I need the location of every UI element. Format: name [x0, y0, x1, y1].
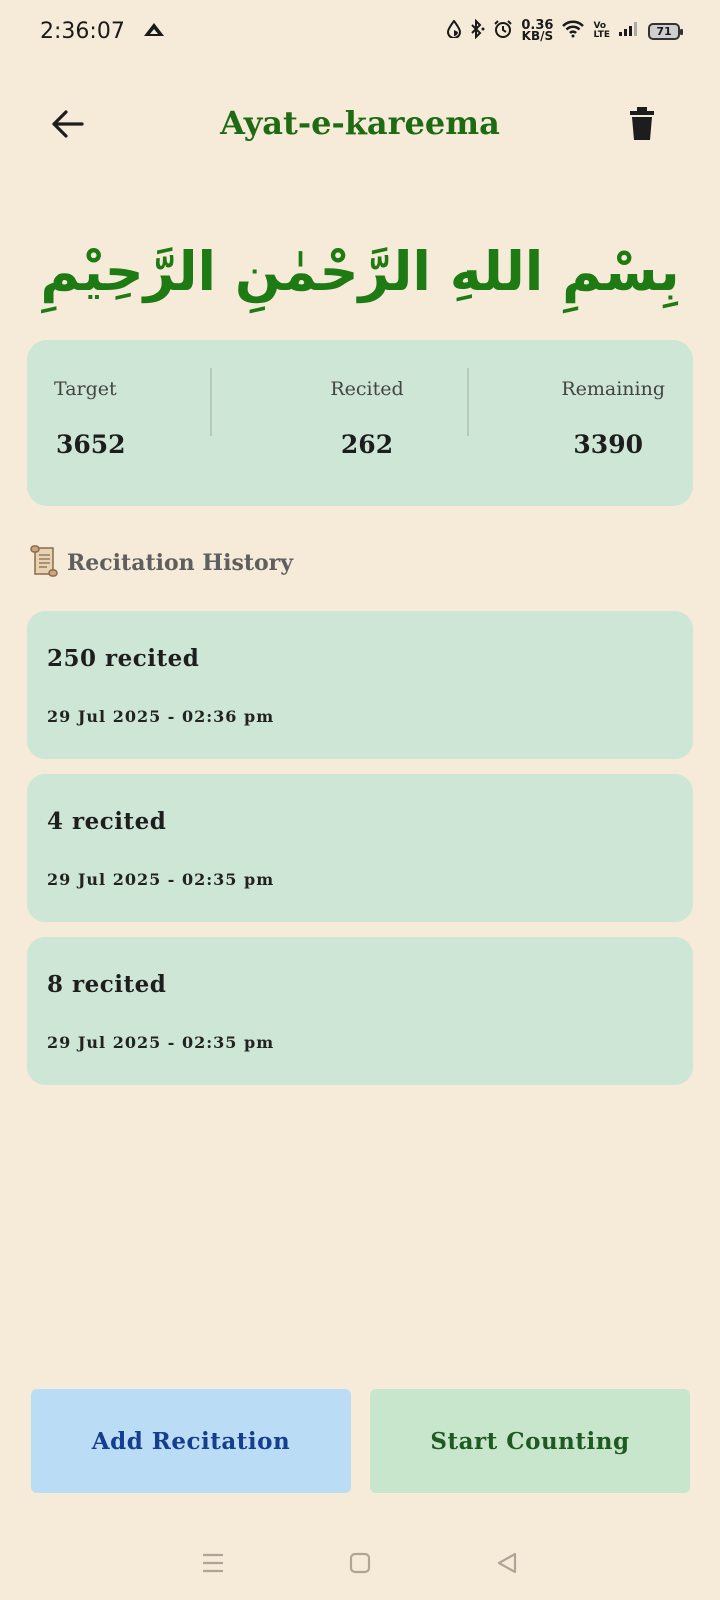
status-right: 0.36 KB/S Vo LTE 71 — [447, 18, 683, 43]
add-recitation-button[interactable]: Add Recitation — [31, 1389, 351, 1493]
delete-button[interactable] — [620, 104, 664, 148]
history-item[interactable]: 250 recited 29 Jul 2025 - 02:36 pm — [27, 611, 693, 759]
history-count: 250 recited — [47, 645, 200, 672]
history-item[interactable]: 4 recited 29 Jul 2025 - 02:35 pm — [27, 774, 693, 922]
bismillah-text: بِسْمِ اللهِ الرَّحْمٰنِ الرَّحِيْمِ — [40, 240, 680, 303]
home-icon[interactable] — [349, 1552, 371, 1578]
history-count: 8 recited — [47, 971, 167, 998]
stat-remaining: Remaining 3390 — [525, 378, 665, 459]
history-date: 29 Jul 2025 - 02:36 pm — [47, 707, 275, 726]
signal-icon — [618, 21, 640, 41]
battery-indicator: 71 — [648, 22, 683, 40]
status-left: 2:36:07 — [40, 19, 165, 44]
history-title: Recitation History — [67, 550, 294, 576]
recited-label: Recited — [330, 378, 404, 400]
volte-indicator: Vo LTE — [593, 22, 610, 40]
network-speed: 0.36 KB/S — [521, 19, 554, 43]
status-bar: 2:36:07 0.36 KB/S Vo LTE 71 — [0, 0, 720, 62]
app-bar: Ayat-e-kareema — [0, 90, 720, 160]
remaining-label: Remaining — [561, 378, 665, 400]
stats-divider — [467, 368, 469, 436]
start-counting-button[interactable]: Start Counting — [370, 1389, 690, 1493]
wifi-icon — [561, 20, 585, 42]
history-count: 4 recited — [47, 808, 167, 835]
navigation-app-icon — [143, 19, 165, 44]
scroll-icon — [29, 545, 59, 581]
stat-target: Target 3652 — [54, 378, 126, 459]
menu-icon[interactable] — [201, 1552, 225, 1578]
alarm-icon — [493, 19, 513, 43]
stats-divider — [210, 368, 212, 436]
data-saver-icon — [447, 19, 462, 42]
history-date: 29 Jul 2025 - 02:35 pm — [47, 870, 275, 889]
stat-recited: Recited 262 — [302, 378, 432, 459]
recited-value: 262 — [340, 430, 394, 459]
history-item[interactable]: 8 recited 29 Jul 2025 - 02:35 pm — [27, 937, 693, 1085]
net-speed-unit: KB/S — [521, 29, 554, 43]
trash-icon — [629, 107, 655, 145]
history-date: 29 Jul 2025 - 02:35 pm — [47, 1033, 275, 1052]
stats-card: Target 3652 Recited 262 Remaining 3390 — [27, 340, 693, 506]
back-nav-icon[interactable] — [495, 1551, 519, 1579]
status-time: 2:36:07 — [40, 18, 125, 44]
page-title: Ayat-e-kareema — [220, 104, 500, 142]
remaining-value: 3390 — [573, 430, 643, 459]
bluetooth-icon — [469, 18, 485, 43]
target-label: Target — [54, 378, 117, 400]
target-value: 3652 — [56, 430, 126, 459]
system-nav-bar — [0, 1530, 720, 1600]
volte-bottom: LTE — [593, 30, 610, 40]
history-header: Recitation History — [29, 545, 293, 581]
